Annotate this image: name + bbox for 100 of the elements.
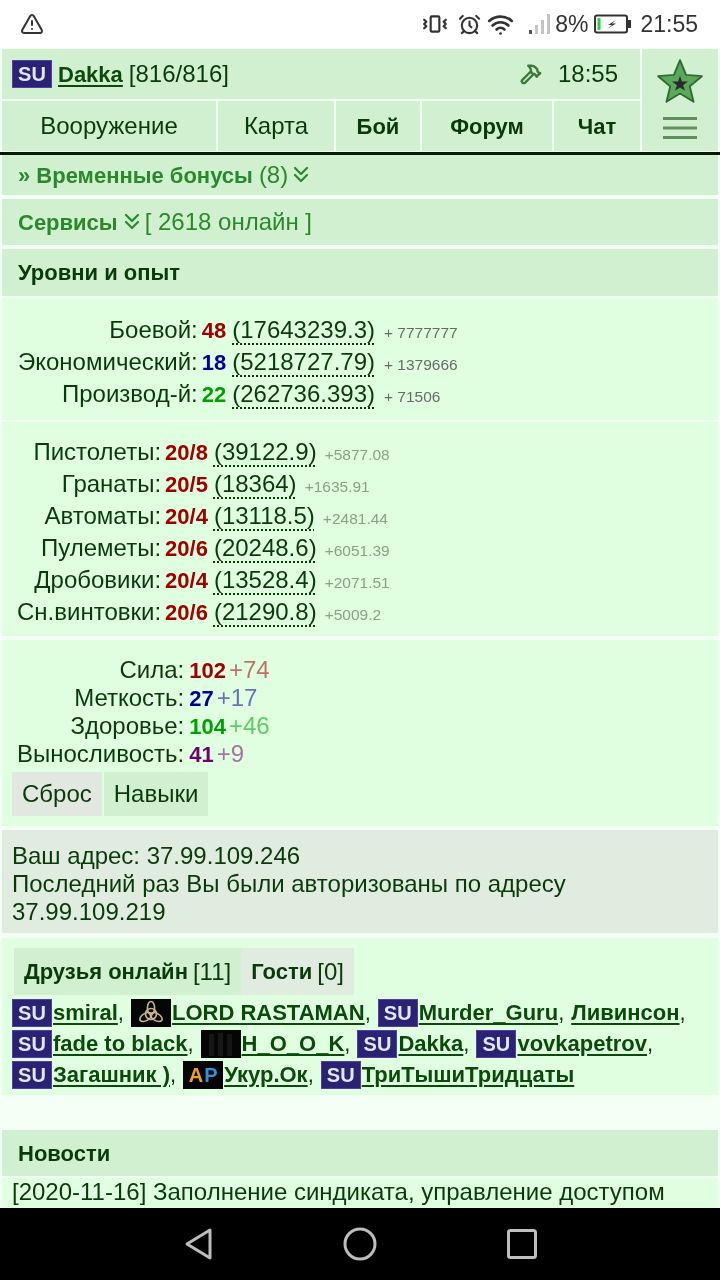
warning-icon [20, 12, 44, 36]
friends-tab[interactable]: Друзья онлайн [11] [14, 948, 242, 995]
back-icon[interactable] [183, 1227, 213, 1261]
weapon-label: Пистолеты: [33, 437, 162, 467]
signal-icon [528, 13, 553, 35]
clock-text: 21:55 [640, 12, 698, 36]
comma-text: , [187, 1030, 194, 1058]
double-chevron-icon[interactable] [293, 166, 310, 184]
level-value: 22 [201, 384, 227, 406]
triquetra-icon [130, 998, 171, 1027]
experience-value: (20248.6) [213, 533, 317, 563]
stat-value: 102 [189, 660, 226, 682]
section-header: Уровни и опыт [2, 249, 718, 296]
comma-text: , [647, 1030, 654, 1058]
friend-link[interactable]: fade to black [53, 1028, 188, 1059]
stat-value: 104 [189, 716, 226, 738]
friend-link[interactable]: Murder_Guru [418, 997, 559, 1028]
menu-icon[interactable] [663, 117, 697, 139]
nav-tab[interactable]: Карта [218, 101, 334, 151]
address-text: Последний раз Вы были авторизованы по адресу 37.99.109.219 [12, 870, 567, 926]
friend-link[interactable]: vovkapetrov [517, 1028, 648, 1059]
weapon-level: 20/5 [165, 474, 208, 496]
bonus-value: +2481.44 [322, 511, 388, 527]
stat-value: 27 [189, 688, 214, 710]
experience-value: (39122.9) [213, 437, 317, 467]
home-icon[interactable] [343, 1227, 377, 1261]
section-header: Новости [2, 1130, 718, 1176]
stat-label: Выносливость: [17, 740, 185, 768]
friend-link[interactable]: LORD RASTAMAN [171, 997, 365, 1028]
online-count: [ 2618 онлайн ] [144, 207, 312, 237]
stat-bonus: +46 [229, 712, 270, 740]
logo-text: SU [18, 64, 46, 84]
comma-text: , [170, 1061, 177, 1089]
friends-tab[interactable]: Гости [0] [241, 948, 354, 995]
bonuses-link[interactable]: » Временные бонусы [18, 158, 253, 192]
stats-button[interactable]: Сброс [12, 772, 102, 816]
battery-percent: 8% [555, 12, 589, 36]
level-label: Производ-й: [62, 379, 198, 409]
friend-link[interactable]: Загашник ) [53, 1059, 170, 1090]
weapon-level: 20/6 [165, 538, 208, 560]
experience-value: (13528.4) [213, 565, 317, 595]
weapon-level: 20/8 [165, 442, 208, 464]
bonus-count: (8) [258, 160, 289, 190]
nav-tab[interactable]: Вооружение [2, 101, 216, 151]
alarm-icon [458, 12, 482, 36]
experience-value: (13118.5) [213, 501, 315, 531]
weapon-label: Дробовики: [34, 565, 162, 595]
logo-text: SU [482, 1033, 511, 1054]
friend-link[interactable]: H_O_O_K [241, 1028, 345, 1059]
weapon-label: Пулеметы: [41, 533, 162, 563]
stat-value: 41 [189, 744, 214, 766]
comma-text: , [364, 999, 371, 1027]
address-text: Ваш адрес: 37.99.109.246 [12, 842, 302, 870]
level-value: 48 [201, 320, 227, 342]
nav-tab[interactable]: Бой [336, 101, 420, 151]
bonus-value: + 71506 [384, 389, 441, 405]
logo-text: SU [363, 1033, 392, 1054]
player-link[interactable]: Dakka [58, 57, 123, 91]
logo-text: SU [383, 1002, 412, 1023]
friend-link[interactable]: Укур.Ок [224, 1059, 308, 1090]
logo-text: A [188, 1064, 204, 1085]
friend-link[interactable]: Ливинсон [571, 997, 680, 1028]
bonus-value: + 7777777 [384, 325, 458, 341]
battery-icon [594, 14, 633, 34]
blank-avatar-icon [200, 1029, 241, 1058]
stat-label: Здоровье: [70, 712, 185, 740]
hp-text: [816/816] [128, 59, 229, 89]
weapon-level: 20/6 [165, 602, 208, 624]
server-time: 18:55 [557, 59, 618, 89]
bonus-value: +5877.08 [324, 447, 390, 463]
bonus-value: + 1379666 [384, 357, 458, 373]
recents-icon[interactable] [507, 1229, 537, 1259]
nav-tab[interactable]: Форум [422, 101, 552, 151]
bonus-value: +1635.91 [304, 479, 370, 495]
friend-link[interactable]: ТриТышиТридцаты [361, 1059, 575, 1090]
logo-text: SU [18, 1033, 46, 1054]
stat-bonus: +74 [229, 656, 270, 684]
comma-text: , [679, 999, 686, 1027]
experience-value: (18364) [213, 469, 297, 499]
weapon-label: Сн.винтовки: [17, 597, 162, 627]
stat-bonus: +9 [216, 740, 245, 768]
double-chevron-icon[interactable] [123, 213, 140, 231]
experience-value: (21290.8) [213, 597, 317, 627]
experience-value: (262736.393) [232, 379, 375, 409]
experience-value: (17643239.3) [232, 315, 375, 345]
hammer-icon[interactable] [519, 63, 542, 85]
nav-tab[interactable]: Чат [554, 101, 640, 151]
bonus-value: +5009.2 [324, 607, 382, 623]
services-link[interactable]: Сервисы [18, 205, 118, 239]
weapon-level: 20/4 [165, 506, 208, 528]
stats-button[interactable]: Навыки [103, 772, 209, 816]
stat-label: Сила: [119, 656, 185, 684]
bonus-value: +2071.51 [324, 575, 390, 591]
comma-text: , [558, 999, 565, 1027]
friend-link[interactable]: smiral [53, 997, 118, 1028]
logo-text: SU [326, 1064, 355, 1085]
comma-text: , [463, 1030, 470, 1058]
comma-text: , [117, 999, 124, 1027]
friend-link[interactable]: Dakka [398, 1028, 464, 1059]
news-item[interactable]: [2020-11-16] Заполнение синдиката, управление доступом [12, 1179, 708, 1205]
